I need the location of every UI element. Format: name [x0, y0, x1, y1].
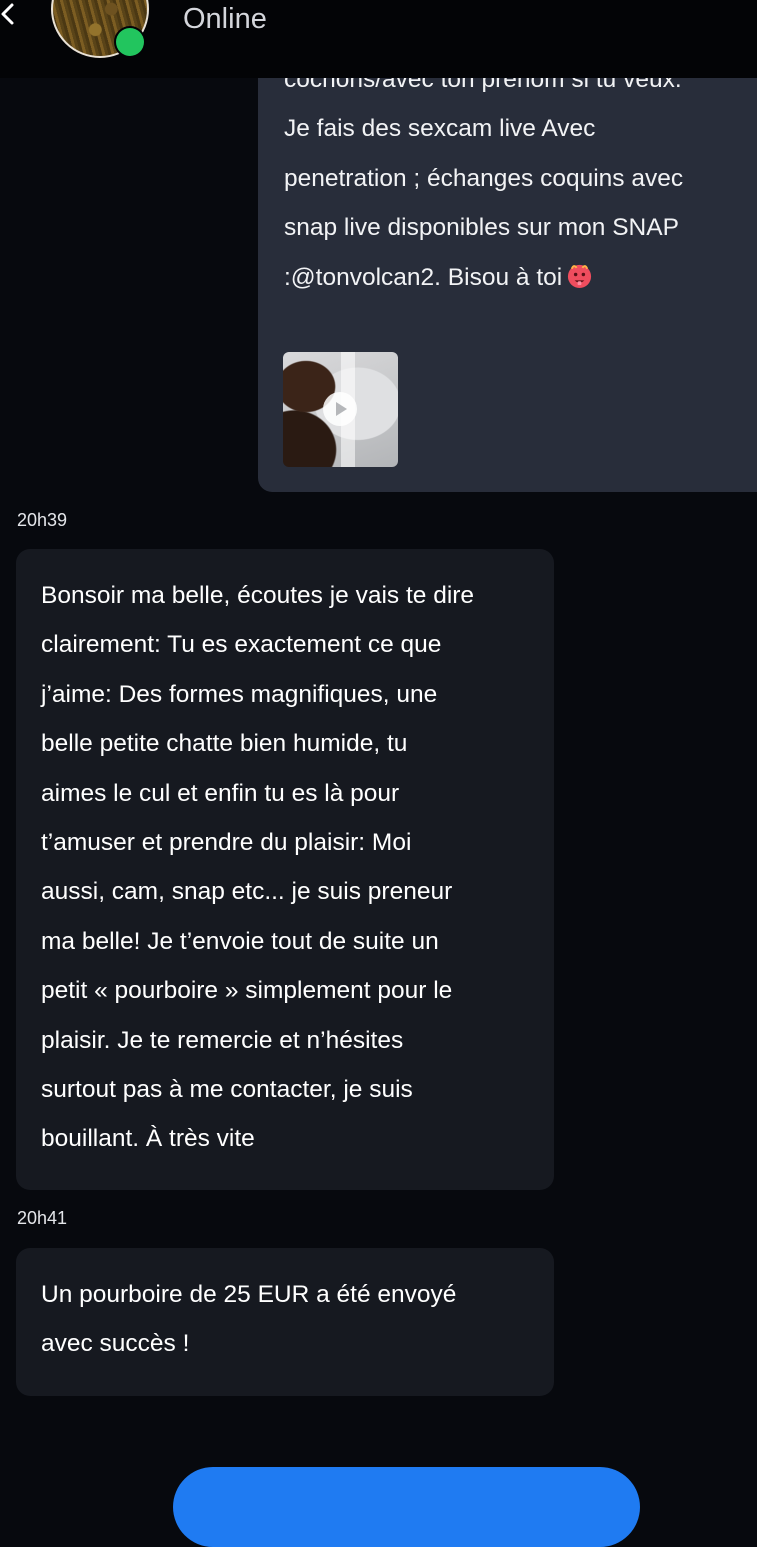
video-attachment-thumbnail[interactable] — [283, 352, 398, 467]
incoming-message-text: Bonsoir ma belle, écoutes je vais te dir… — [41, 582, 475, 1153]
primary-action-button[interactable] — [173, 1467, 640, 1547]
play-icon[interactable] — [323, 392, 357, 426]
online-status-text: Online — [183, 3, 267, 35]
hot-face-emoji-icon — [568, 264, 592, 288]
chat-thread[interactable]: cochons/avec ton prénom si tu veux. Je f… — [0, 78, 757, 1500]
chat-header: Online — [0, 0, 757, 78]
message-timestamp: 20h39 — [17, 510, 68, 530]
outgoing-message-text: cochons/avec ton prénom si tu veux. Je f… — [284, 78, 754, 302]
chevron-left-icon[interactable] — [0, 2, 20, 26]
tip-confirmation-bubble[interactable]: Un pourboire de 25 EUR a été envoyé avec… — [16, 1248, 554, 1396]
incoming-message-bubble[interactable]: Bonsoir ma belle, écoutes je vais te dir… — [16, 549, 554, 1190]
outgoing-message-bubble[interactable]: cochons/avec ton prénom si tu veux. Je f… — [258, 78, 757, 492]
message-timestamp: 20h41 — [17, 1208, 68, 1228]
online-status-icon — [116, 28, 144, 56]
outgoing-message-body: cochons/avec ton prénom si tu veux. Je f… — [284, 78, 684, 291]
tip-confirmation-text: Un pourboire de 25 EUR a été envoyé avec… — [41, 1281, 457, 1358]
